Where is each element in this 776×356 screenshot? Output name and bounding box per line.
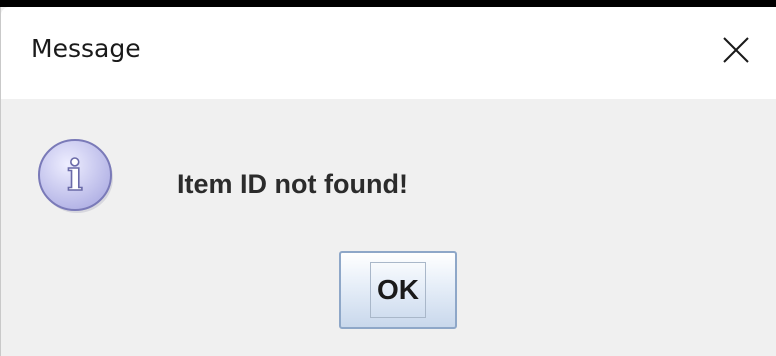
close-button[interactable] [710,25,762,75]
window-title: Message [31,34,141,63]
ok-button-label: OK [377,274,419,305]
message-text: Item ID not found! [177,169,408,199]
screen-top-border [0,0,776,7]
info-icon: i [38,139,113,213]
close-icon [723,37,749,63]
title-bar[interactable]: Message [1,7,776,99]
ok-focus-ring: OK [370,262,426,318]
info-icon-glyph: i [67,151,83,200]
message-dialog: Message i Item ID not found! OK [0,7,776,356]
ok-button[interactable]: OK [339,251,457,329]
